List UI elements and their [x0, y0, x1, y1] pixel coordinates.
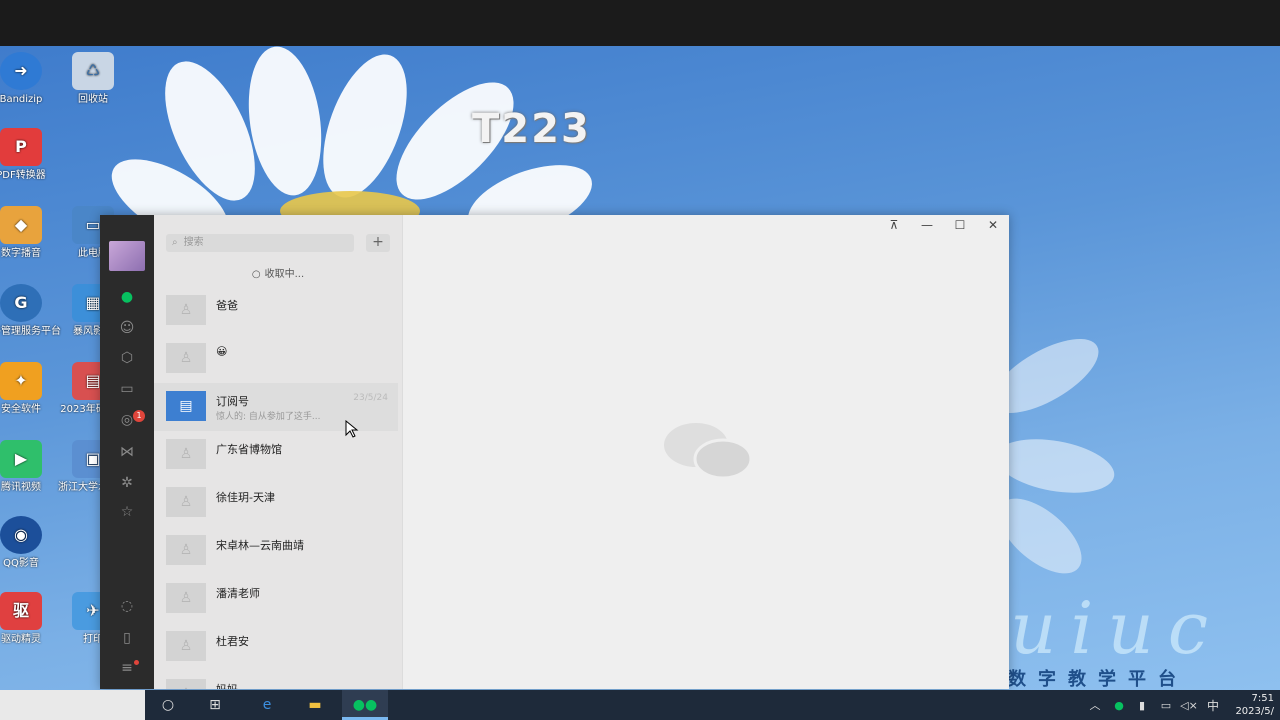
avatar-placeholder-icon: ♙ [166, 487, 206, 517]
app-icon: G [0, 284, 42, 322]
wallpaper-petal [991, 430, 1119, 502]
taskbar-left-area [0, 690, 145, 720]
volume-muted-icon[interactable]: ◁× [1180, 690, 1198, 720]
desktop-icon-label: 回收站 [78, 94, 108, 105]
chat-name: 潘清老师 [216, 587, 260, 600]
favorites-icon[interactable]: ⬡ [117, 348, 137, 368]
chevron-up-icon[interactable]: ︿ [1088, 690, 1102, 720]
avatar-placeholder-icon: ♙ [166, 631, 206, 661]
avatar-placeholder-icon: ♙ [166, 583, 206, 613]
driver-icon: 驱 [0, 592, 42, 630]
wechat-tray-icon[interactable]: ● [1110, 690, 1128, 720]
mini-program-icon[interactable]: ◌ [117, 596, 137, 616]
shield-icon: ✦ [0, 362, 42, 400]
wallpaper-brand-text: 数字教学平台 [1008, 669, 1188, 690]
wechat-taskbar-icon[interactable]: ●● [342, 690, 388, 720]
search-icon: ⌕ [172, 237, 178, 248]
chat-item[interactable]: ♙ 宋卓林—云南曲靖 [154, 527, 398, 575]
file-explorer-icon[interactable]: ▬ [292, 690, 338, 720]
chat-item-subscriptions[interactable]: ▤ 订阅号 惊人的: 自从参加了这手... 23/5/24 [154, 383, 398, 431]
edge-icon[interactable]: e [244, 690, 290, 720]
search-placeholder: 搜索 [183, 237, 204, 248]
avatar-placeholder-icon: ♙ [166, 439, 206, 469]
folder-icon[interactable]: ▭ [117, 379, 137, 399]
chat-item[interactable]: ♙ 妈妈 [154, 671, 398, 689]
film-reel-icon: ◉ [0, 516, 42, 554]
avatar-placeholder-icon: ♙ [166, 679, 206, 689]
clock-date: 2023/5/ [1235, 706, 1274, 717]
chat-name: 😀 [216, 345, 228, 358]
microphone-icon[interactable]: ▮ [1134, 690, 1150, 720]
desktop-icon-label: QQ影音 [3, 558, 39, 569]
chat-name: 徐佳玥-天津 [216, 491, 275, 504]
sync-status-text: 收取中... [264, 269, 305, 280]
chat-time: 23/5/24 [353, 393, 388, 403]
top-black-bar [0, 0, 1280, 46]
chat-name: 妈妈 [216, 681, 238, 689]
play-icon: ▶ [0, 440, 42, 478]
app-icon: ◆ [0, 206, 42, 244]
chat-item[interactable]: ♙ 😀 [154, 335, 398, 383]
desktop-icon-label: PDF转换器 [0, 170, 46, 181]
loading-icon: ○ [251, 269, 261, 280]
recycle-bin-icon: ♺ [72, 52, 114, 90]
close-button[interactable]: ✕ [978, 215, 1008, 235]
wechat-window[interactable]: ● ☺ ⬡ ▭ ◎ 1 ⋈ ✲ ☆ ◌ ▯ ≡ ⌕ 搜索 + ○ 收取中... ♙ … [100, 215, 1009, 689]
wechat-logo-icon [664, 423, 753, 480]
mouse-cursor [345, 420, 359, 438]
minimize-button[interactable]: — [912, 215, 942, 235]
desktop-icon-pdf-converter[interactable]: P PDF转换器 [0, 128, 64, 182]
search-circle-icon[interactable]: ○ [145, 690, 191, 720]
menu-dot [134, 660, 139, 665]
network-icon[interactable]: ▭ [1156, 690, 1176, 720]
maximize-button[interactable]: ☐ [945, 215, 975, 235]
desktop-icon-recycle-bin[interactable]: ♺ 回收站 [50, 52, 136, 106]
user-avatar[interactable] [109, 241, 145, 271]
avatar-placeholder-icon: ♙ [166, 343, 206, 373]
chat-list-panel: ⌕ 搜索 + ○ 收取中... ♙ 爸爸 ♙ 😀 ▤ 订阅号 惊人的: 自从参加了这… [154, 215, 403, 689]
wallpaper-brand-swoosh: uiuc [1010, 586, 1223, 670]
bandizip-icon: ➜ [0, 52, 42, 90]
search-input[interactable]: ⌕ 搜索 [166, 234, 354, 252]
channels-icon[interactable]: ⋈ [117, 442, 137, 462]
chat-item[interactable]: ♙ 徐佳玥-天津 [154, 479, 398, 527]
chat-item[interactable]: ♙ 杜君安 [154, 623, 398, 671]
notification-badge: 1 [133, 410, 145, 422]
chat-icon[interactable]: ● [117, 287, 137, 307]
chat-last-message: 惊人的: 自从参加了这手... [216, 412, 321, 422]
pdf-icon: P [0, 128, 42, 166]
contacts-icon[interactable]: ☺ [117, 318, 137, 338]
avatar-placeholder-icon: ♙ [166, 535, 206, 565]
clock[interactable]: 7:51 2023/5/ [1226, 692, 1274, 718]
wechat-nav-bar: ● ☺ ⬡ ▭ ◎ 1 ⋈ ✲ ☆ ◌ ▯ ≡ [100, 215, 154, 689]
chat-item[interactable]: ♙ 爸爸 [154, 287, 398, 335]
pin-icon[interactable]: ⊼ [879, 215, 909, 235]
chat-item[interactable]: ♙ 广东省博物馆 [154, 431, 398, 479]
chat-name: 爸爸 [216, 299, 238, 312]
chat-name: 宋卓林—云南曲靖 [216, 539, 304, 552]
add-button[interactable]: + [366, 234, 390, 252]
chat-name: 订阅号 [216, 395, 249, 408]
subscription-icon: ▤ [166, 391, 206, 421]
clock-time: 7:51 [1251, 693, 1274, 704]
chat-main-area: ⊼ — ☐ ✕ [403, 215, 1009, 689]
mini-programs-icon[interactable]: ☆ [117, 502, 137, 522]
phone-icon[interactable]: ▯ [117, 628, 137, 648]
desktop-icon-qq-player[interactable]: ◉ QQ影音 [0, 516, 64, 570]
search-discover-icon[interactable]: ✲ [117, 473, 137, 493]
chat-name: 杜君安 [216, 635, 249, 648]
taskbar: ○ ⊞ e ▬ ●● ︿ ● ▮ ▭ ◁× 中 7:51 2023/5/ [0, 690, 1280, 720]
watermark-label: T223 [472, 106, 591, 152]
avatar-placeholder-icon: ♙ [166, 295, 206, 325]
task-view-icon[interactable]: ⊞ [192, 690, 238, 720]
ime-indicator[interactable]: 中 [1204, 690, 1222, 720]
chat-item[interactable]: ♙ 潘清老师 [154, 575, 398, 623]
sync-status: ○ 收取中... [154, 265, 402, 280]
chat-name: 广东省博物馆 [216, 443, 282, 456]
